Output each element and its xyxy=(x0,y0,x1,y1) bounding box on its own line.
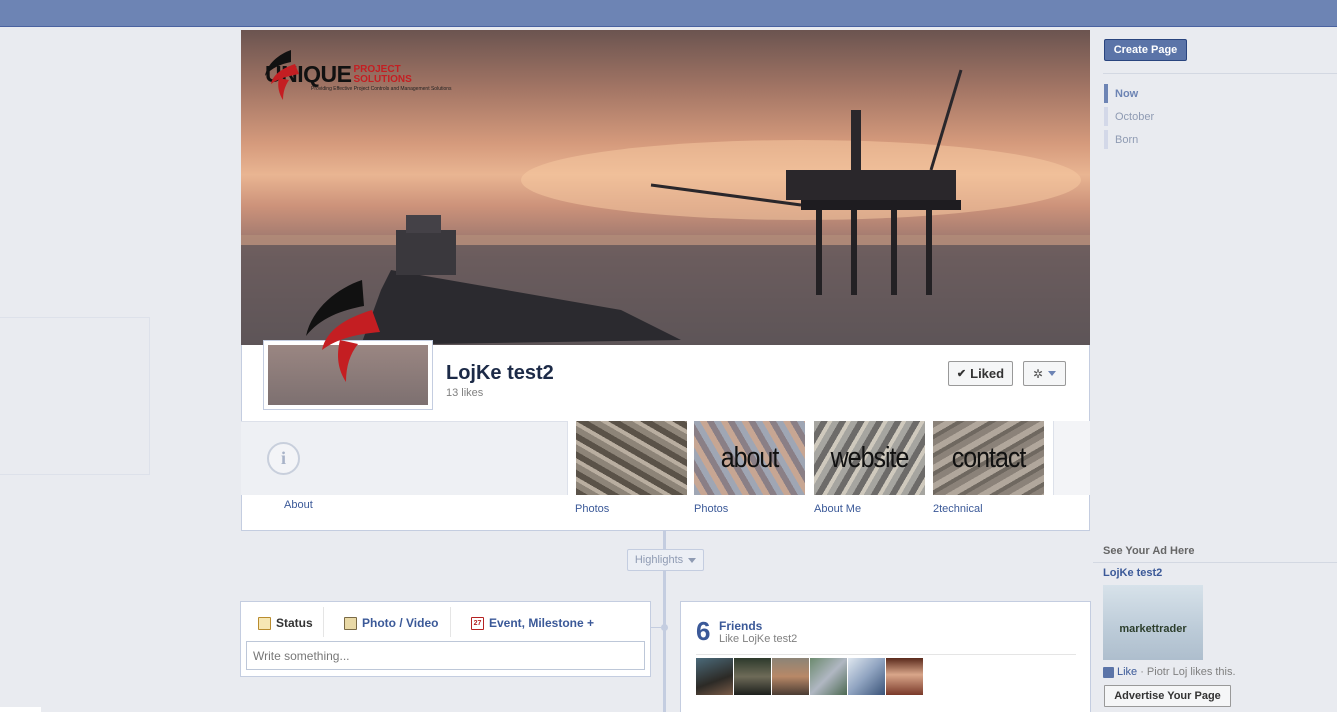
app-tile-contact[interactable]: contact xyxy=(933,421,1044,495)
faint-left-box xyxy=(0,317,150,475)
app-tile-overlay: contact xyxy=(951,441,1027,474)
profile-logo-icon xyxy=(306,280,380,382)
top-blue-bar xyxy=(0,0,1337,27)
timeline-connector xyxy=(651,627,661,628)
logo-subtitle: PROJECT SOLUTIONS xyxy=(353,64,412,85)
ad-like-link[interactable]: Like xyxy=(1117,666,1137,678)
bottom-edge xyxy=(0,707,41,712)
app-label-photos-2[interactable]: Photos xyxy=(694,503,728,515)
friend-avatar[interactable] xyxy=(848,658,885,695)
divider xyxy=(696,654,1076,655)
app-tile-website[interactable]: website xyxy=(814,421,925,495)
scrubber-born[interactable]: Born xyxy=(1115,134,1138,146)
friend-avatar[interactable] xyxy=(696,658,733,695)
ad-image-text: markettrader xyxy=(1119,622,1187,635)
divider xyxy=(1103,73,1337,74)
ad-heading[interactable]: See Your Ad Here xyxy=(1103,545,1195,557)
thumbs-up-icon xyxy=(1103,666,1114,678)
ad-like-row: Like · Piotr Loj likes this. xyxy=(1103,666,1236,678)
scrubber-indicator xyxy=(1104,84,1108,103)
tab-divider xyxy=(323,607,324,637)
friend-avatar[interactable] xyxy=(772,658,809,695)
app-label-2technical[interactable]: 2technical xyxy=(933,503,983,515)
advertise-page-button[interactable]: Advertise Your Page xyxy=(1104,685,1231,707)
tab-status-label: Status xyxy=(276,616,313,630)
divider xyxy=(1093,562,1337,563)
friend-avatar[interactable] xyxy=(734,658,771,695)
app-label-about-me[interactable]: About Me xyxy=(814,503,861,515)
friends-box xyxy=(680,601,1091,712)
chevron-down-icon xyxy=(688,557,697,563)
highlights-dropdown[interactable]: Highlights xyxy=(627,549,704,571)
tab-event-milestone-label: Event, Milestone + xyxy=(489,616,595,630)
ad-title[interactable]: LojKe test2 xyxy=(1103,567,1162,579)
app-tile-overlay: website xyxy=(830,441,910,474)
gear-icon: ✲ xyxy=(1032,366,1044,381)
scrubber-indicator xyxy=(1104,107,1108,126)
logo-tagline: Providing Effective Project Controls and… xyxy=(311,86,452,92)
friend-avatar[interactable] xyxy=(886,658,923,695)
calendar-icon: 27 xyxy=(471,616,484,630)
app-tile-photos[interactable] xyxy=(576,421,687,495)
app-tile-overlay: about xyxy=(720,441,780,474)
scrubber-now[interactable]: Now xyxy=(1115,88,1138,100)
status-input[interactable]: Write something... xyxy=(246,641,645,670)
ad-image[interactable]: markettrader xyxy=(1103,585,1203,660)
create-page-button[interactable]: Create Page xyxy=(1104,39,1187,61)
tab-divider xyxy=(450,607,451,637)
tab-photo-video-label: Photo / Video xyxy=(362,616,439,630)
checkmark-icon: ✔ xyxy=(956,368,967,380)
liked-button[interactable]: ✔ Liked xyxy=(948,361,1013,386)
scrubber-october[interactable]: October xyxy=(1115,111,1154,123)
cover-logo: UNIQUE PROJECT SOLUTIONS Providing Effec… xyxy=(261,48,452,100)
page-title: LojKe test2 xyxy=(446,362,554,384)
tab-event-milestone[interactable]: 27 Event, Milestone + xyxy=(471,614,594,632)
chevron-down-icon xyxy=(1048,371,1057,376)
app-label-about[interactable]: About xyxy=(284,499,313,511)
friends-subtitle: Like LojKe test2 xyxy=(719,633,798,645)
photo-icon xyxy=(344,616,357,630)
ad-like-text: · Piotr Loj likes this. xyxy=(1140,666,1236,678)
page-settings-button[interactable]: ✲ xyxy=(1023,361,1066,386)
info-icon: i xyxy=(267,442,300,475)
app-tile-next[interactable] xyxy=(1053,421,1090,495)
company-logo-icon xyxy=(265,50,299,100)
timeline-dot xyxy=(661,624,668,631)
tab-status[interactable]: Status xyxy=(258,614,313,632)
app-label-photos[interactable]: Photos xyxy=(575,503,609,515)
liked-button-label: Liked xyxy=(970,366,1005,381)
status-icon xyxy=(258,616,271,630)
friends-title[interactable]: Friends xyxy=(719,619,762,633)
friends-count: 6 xyxy=(696,616,711,646)
highlights-label: Highlights xyxy=(634,554,684,566)
scrubber-indicator xyxy=(1104,130,1108,149)
likes-count[interactable]: 13 likes xyxy=(446,387,483,399)
tab-photo-video[interactable]: Photo / Video xyxy=(344,614,438,632)
app-tile-about[interactable]: about xyxy=(694,421,805,495)
friend-avatar[interactable] xyxy=(810,658,847,695)
